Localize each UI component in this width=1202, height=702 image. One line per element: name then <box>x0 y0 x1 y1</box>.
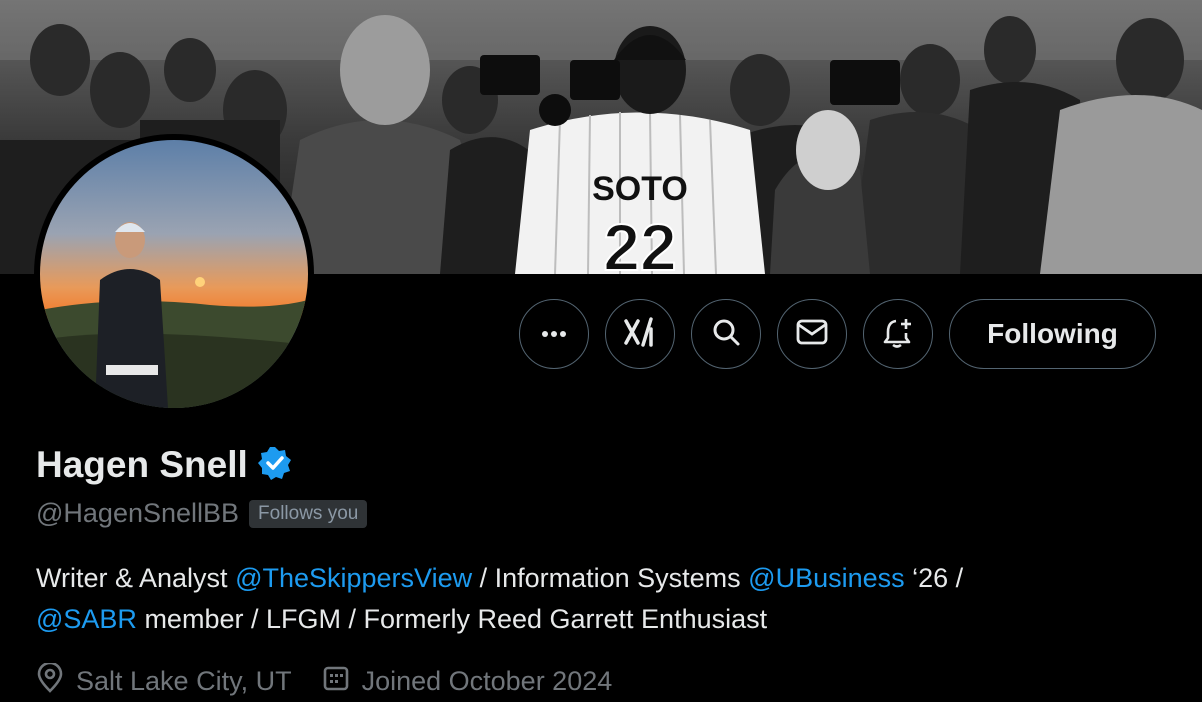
profile-meta: Salt Lake City, UT Joined October 2024 <box>36 661 613 700</box>
mention-link[interactable]: @TheSkippersView <box>235 563 472 593</box>
search-profile-button[interactable] <box>691 299 761 369</box>
following-button[interactable]: Following <box>949 299 1156 369</box>
location-item: Salt Lake City, UT <box>36 661 292 700</box>
handle-row: @HagenSnellBB Follows you <box>36 498 368 529</box>
mention-link[interactable]: @SABR <box>36 604 137 634</box>
verified-badge-icon <box>257 446 292 485</box>
avatar-photo <box>40 140 308 408</box>
location-pin-icon <box>36 661 64 700</box>
joined-item: Joined October 2024 <box>322 664 613 699</box>
profile-name-row: Hagen Snell <box>36 444 292 486</box>
search-icon <box>711 317 741 352</box>
more-horizontal-icon <box>541 325 567 343</box>
profile-handle: @HagenSnellBB <box>36 498 240 528</box>
xai-grok-icon <box>623 316 657 352</box>
grok-button[interactable] <box>605 299 675 369</box>
display-name: Hagen Snell <box>36 444 248 485</box>
notifications-button[interactable] <box>863 299 933 369</box>
more-button[interactable] <box>519 299 589 369</box>
bio-text: / Information Systems <box>472 563 749 593</box>
profile-bio: Writer & Analyst @TheSkippersView / Info… <box>36 558 1166 640</box>
bell-plus-icon <box>882 316 914 353</box>
joined-text: Joined October 2024 <box>361 666 613 696</box>
bio-text: Writer & Analyst <box>36 563 236 593</box>
calendar-icon <box>322 664 350 699</box>
follows-you-badge: Follows you <box>249 499 368 528</box>
location-text: Salt Lake City, UT <box>76 666 292 696</box>
mail-icon <box>796 319 828 350</box>
profile-avatar[interactable] <box>34 134 314 414</box>
message-button[interactable] <box>777 299 847 369</box>
jersey-name: SOTO <box>592 170 688 208</box>
bio-text: member / LFGM / Formerly Reed Garrett En… <box>136 604 768 634</box>
jersey-number: 22 <box>603 210 676 274</box>
mention-link[interactable]: @UBusiness <box>748 563 904 593</box>
profile-actions: Following <box>519 299 1156 369</box>
bio-text: ‘26 / <box>904 563 964 593</box>
